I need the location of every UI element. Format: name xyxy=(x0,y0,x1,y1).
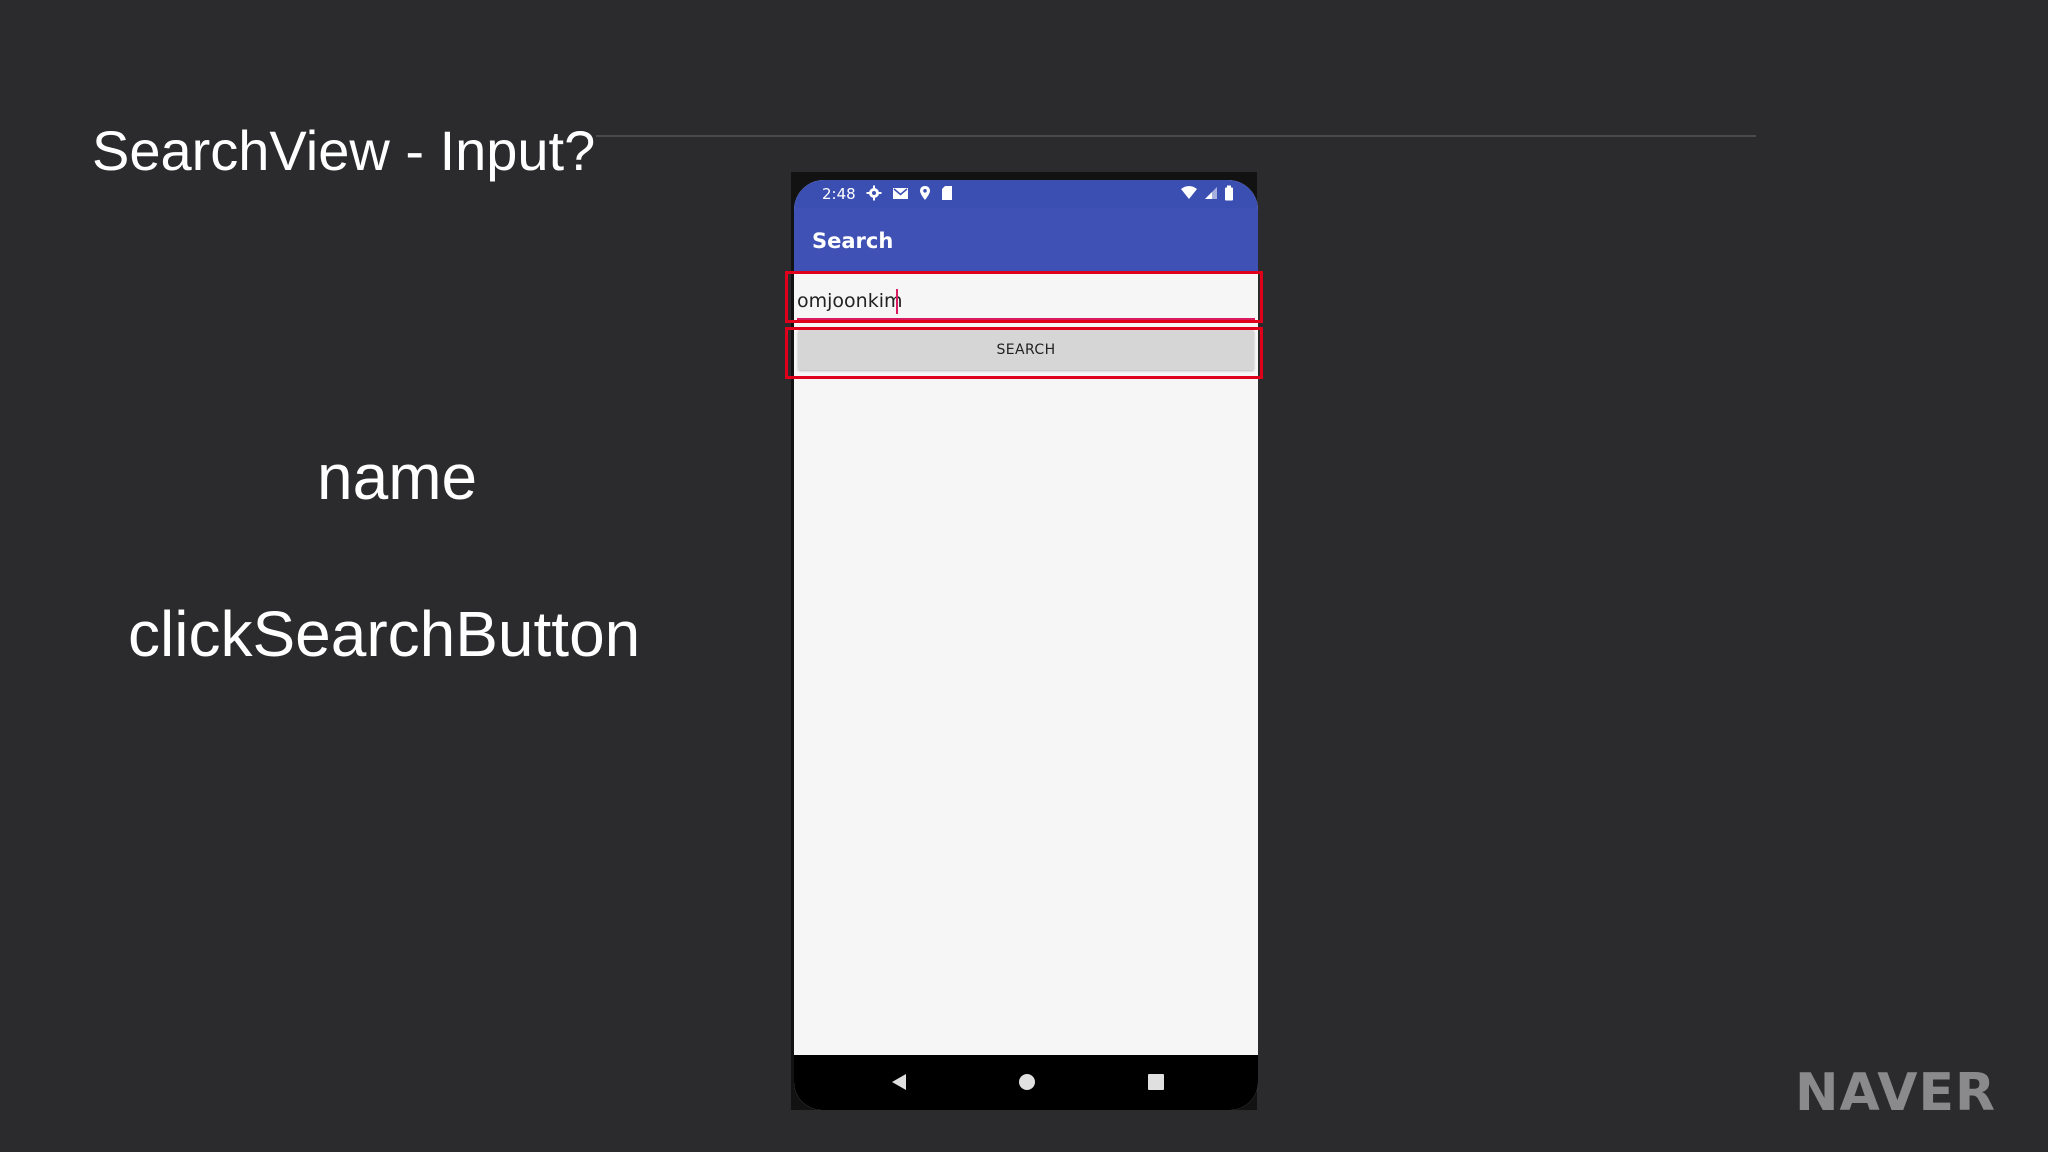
naver-logo: NAVER xyxy=(1795,1063,1997,1123)
status-icons-right xyxy=(1180,185,1234,201)
title-divider xyxy=(596,135,1756,137)
status-time: 2:48 xyxy=(822,185,856,203)
slide: SearchView - Input? name clickSearchButt… xyxy=(0,0,2048,1152)
status-bar: 2:48 xyxy=(794,180,1258,208)
status-icons-left xyxy=(866,185,953,201)
label-name: name xyxy=(317,441,478,513)
battery-icon xyxy=(1224,185,1234,201)
phone-screen: 2:48 Search omjoonkim SEARCH xyxy=(794,180,1258,1110)
text-cursor xyxy=(896,289,898,314)
wifi-icon xyxy=(1180,185,1198,201)
navigation-bar xyxy=(794,1055,1258,1110)
search-input-container xyxy=(794,280,1258,326)
gmail-icon xyxy=(892,185,909,201)
cell-signal-icon xyxy=(1204,185,1218,201)
search-button[interactable]: SEARCH xyxy=(798,330,1254,370)
input-underline xyxy=(797,318,1255,320)
back-icon[interactable] xyxy=(890,1073,908,1096)
label-click-search-button: clickSearchButton xyxy=(128,598,641,670)
recents-icon[interactable] xyxy=(1147,1073,1165,1096)
slide-title: SearchView - Input? xyxy=(92,119,596,182)
search-input[interactable] xyxy=(797,288,1147,314)
app-bar: Search xyxy=(794,208,1258,272)
app-bar-title: Search xyxy=(812,229,894,253)
phone-frame: 2:48 Search omjoonkim SEARCH xyxy=(791,172,1258,1110)
sd-card-icon xyxy=(941,185,953,201)
home-icon[interactable] xyxy=(1018,1073,1036,1096)
location-icon xyxy=(919,185,931,201)
settings-icon xyxy=(866,185,882,201)
